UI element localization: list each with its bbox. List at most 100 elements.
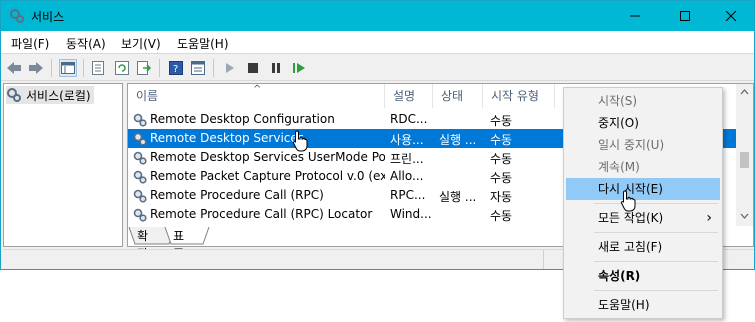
menu-help[interactable]: 도움말(H): [177, 35, 229, 52]
ctx-refresh-menu-item[interactable]: 새로 고침(F): [566, 236, 720, 258]
list-view-button[interactable]: [89, 59, 107, 77]
service-gear-icon: [133, 132, 147, 146]
properties-icon: [191, 61, 205, 75]
tree-item-services-local[interactable]: 서비스(로컬): [6, 86, 94, 104]
restart-service-button[interactable]: [290, 59, 308, 77]
refresh-icon: [115, 61, 129, 75]
svg-text:?: ?: [173, 64, 178, 75]
ctx-properties-menu-item[interactable]: 속성(R): [566, 265, 720, 287]
restart-icon: [293, 63, 305, 73]
ctx-all-tasks-menu-item[interactable]: 모든 작업(K) ›: [566, 207, 720, 229]
column-header-startup-type[interactable]: 시작 유형: [483, 84, 555, 108]
service-gear-icon: [133, 189, 147, 203]
vertical-scrollbar[interactable]: [736, 84, 753, 226]
menu-item-label: 속성(R): [598, 269, 641, 283]
back-button[interactable]: [5, 59, 23, 77]
service-gear-icon: [133, 170, 147, 184]
service-name: Remote Desktop Services: [150, 131, 305, 145]
ctx-pause-menu-item[interactable]: 일시 중지(U): [566, 134, 720, 156]
service-startup-type: 수동: [490, 114, 513, 128]
service-gear-icon: [133, 113, 147, 127]
close-button[interactable]: [708, 1, 754, 31]
toolbar-separator: [213, 59, 214, 77]
service-name: Remote Desktop Services UserMode Port...: [150, 150, 385, 164]
service-description: RDC...: [390, 112, 428, 126]
hand-cursor-icon: [620, 190, 636, 212]
context-menu: 시작(S) 중지(O) 일시 중지(U) 계속(M) 다시 시작(E) 모든 작업(K) ›…: [563, 87, 723, 319]
column-header-label: 상태: [441, 89, 464, 103]
menu-item-label: 모든 작업(K): [598, 211, 664, 225]
services-gear-icon: [10, 9, 24, 23]
service-startup-type: 수동: [490, 152, 513, 166]
stop-icon: [248, 63, 258, 73]
help-button[interactable]: ?: [167, 59, 185, 77]
service-description: 프린...: [390, 152, 424, 166]
console-tree: 서비스(로컬): [3, 83, 123, 247]
tab-extended[interactable]: 확장: [131, 227, 154, 261]
ctx-restart-menu-item[interactable]: 다시 시작(E): [566, 178, 720, 200]
column-header-status[interactable]: 상태: [433, 84, 483, 108]
show-console-tree-button[interactable]: [59, 59, 77, 77]
refresh-button[interactable]: [113, 59, 131, 77]
service-status: 실행 ...: [439, 133, 477, 147]
service-description: Wind...: [390, 207, 432, 221]
export-icon: [137, 61, 151, 75]
ctx-stop-menu-item[interactable]: 중지(O): [566, 112, 720, 134]
maximize-icon: [680, 11, 690, 21]
menu-item-label: 시작(S): [598, 94, 638, 108]
forward-arrow-icon: [29, 62, 43, 74]
back-arrow-icon: [7, 62, 21, 74]
service-description: Allo...: [390, 169, 424, 183]
ctx-help-menu-item[interactable]: 도움말(H): [566, 294, 720, 316]
menu-separator: [594, 290, 718, 291]
service-gear-icon: [133, 208, 147, 222]
title-bar[interactable]: 서비스: [1, 1, 754, 31]
menu-view[interactable]: 보기(V): [121, 35, 161, 52]
hand-cursor-icon: [292, 130, 308, 152]
toolbar: ?: [1, 53, 754, 81]
service-name: Remote Procedure Call (RPC) Locator: [150, 207, 373, 221]
tab-standard[interactable]: 표준: [167, 227, 190, 261]
menu-item-label: 중지(O): [598, 116, 639, 130]
service-name: Remote Procedure Call (RPC): [150, 188, 324, 202]
sort-ascending-icon: ^: [253, 84, 262, 95]
services-gear-icon: [7, 88, 21, 102]
status-divider: [543, 250, 544, 269]
menu-item-label: 새로 고침(F): [598, 240, 663, 254]
ctx-start-menu-item[interactable]: 시작(S): [566, 90, 720, 112]
service-name: Remote Desktop Configuration: [150, 112, 335, 126]
menu-item-label: 일시 중지(U): [598, 138, 665, 152]
minimize-button[interactable]: [612, 1, 658, 31]
start-service-button[interactable]: [221, 59, 239, 77]
toolbar-separator: [83, 59, 84, 77]
pause-service-button[interactable]: [267, 59, 285, 77]
menu-separator: [594, 203, 718, 204]
menu-action[interactable]: 동작(A): [66, 35, 106, 52]
properties-button[interactable]: [189, 59, 207, 77]
column-header-label: 이름: [136, 89, 159, 103]
column-header-label: 시작 유형: [491, 89, 539, 103]
menu-file[interactable]: 파일(F): [11, 35, 49, 52]
service-description: 사용...: [390, 133, 424, 147]
service-gear-icon: [133, 151, 147, 165]
menu-item-label: 계속(M): [598, 160, 640, 174]
service-status: 실행 ...: [439, 190, 477, 204]
close-icon: [726, 11, 736, 21]
ctx-resume-menu-item[interactable]: 계속(M): [566, 156, 720, 178]
scrollbar-track: [740, 89, 749, 219]
menu-item-label: 도움말(H): [598, 298, 650, 312]
service-startup-type: 수동: [490, 209, 513, 223]
forward-button[interactable]: [27, 59, 45, 77]
service-startup-type: 자동: [490, 190, 513, 204]
menu-separator: [594, 232, 718, 233]
stop-service-button[interactable]: [244, 59, 262, 77]
menu-bar: 파일(F) 동작(A) 보기(V) 도움말(H): [1, 31, 754, 53]
column-header-description[interactable]: 설명: [385, 84, 433, 108]
maximize-button[interactable]: [662, 1, 708, 31]
column-header-label: 설명: [393, 89, 416, 103]
column-header-name[interactable]: 이름 ^: [128, 84, 385, 108]
service-startup-type: 수동: [490, 133, 513, 147]
toolbar-separator: [51, 59, 52, 77]
play-icon: [226, 63, 234, 73]
export-list-button[interactable]: [135, 59, 153, 77]
